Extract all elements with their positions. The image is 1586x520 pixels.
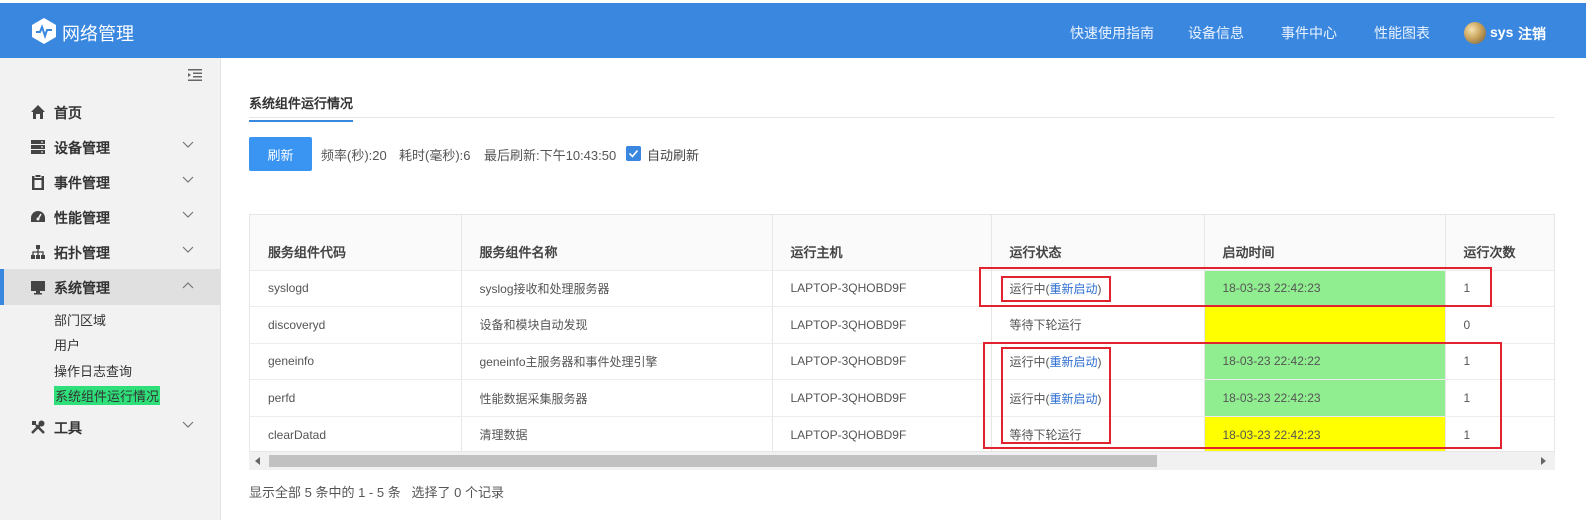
cell-host: LAPTOP-3QHOBD9F bbox=[772, 270, 992, 308]
col-header-run-count[interactable]: 运行次数 bbox=[1445, 215, 1554, 271]
home-icon bbox=[31, 105, 45, 119]
highlight-box-status3-5 bbox=[1001, 347, 1111, 444]
monitor-icon bbox=[31, 281, 45, 295]
chevron-down-icon bbox=[182, 176, 194, 183]
cell-host: LAPTOP-3QHOBD9F bbox=[772, 343, 992, 381]
username[interactable]: sys bbox=[1490, 24, 1513, 40]
sidebar-item-home[interactable]: 首页 bbox=[0, 94, 220, 130]
chevron-down-icon bbox=[182, 246, 194, 253]
sidebar-item-label: 工具 bbox=[54, 420, 82, 436]
chevron-down-icon bbox=[182, 421, 194, 428]
avatar[interactable] bbox=[1464, 22, 1486, 44]
col-header-status[interactable]: 运行状态 bbox=[991, 215, 1205, 271]
app-title: 网络管理 bbox=[62, 24, 134, 44]
sidebar-item-label: 设备管理 bbox=[54, 140, 110, 156]
cell-host: LAPTOP-3QHOBD9F bbox=[772, 416, 992, 451]
highlight-box-status1 bbox=[1001, 276, 1111, 302]
sidebar-item-device-mgmt[interactable]: 设备管理 bbox=[0, 129, 220, 165]
tab-divider bbox=[249, 117, 1555, 118]
record-summary: 显示全部 5 条中的 1 - 5 条 bbox=[249, 485, 401, 500]
cell-code: syslogd bbox=[250, 270, 462, 308]
cell-run-count: 0 bbox=[1445, 306, 1554, 344]
top-bar: 网络管理 快速使用指南 设备信息 事件中心 性能图表 sys 注销 bbox=[0, 3, 1586, 58]
dashboard-icon bbox=[31, 211, 45, 222]
tools-icon bbox=[31, 420, 45, 434]
sidebar-item-perf-mgmt[interactable]: 性能管理 bbox=[0, 199, 220, 235]
nav-device-info[interactable]: 设备信息 bbox=[1188, 23, 1244, 43]
sidebar-item-tools[interactable]: 工具 bbox=[0, 409, 220, 445]
cell-host: LAPTOP-3QHOBD9F bbox=[772, 379, 992, 417]
sidebar-item-label: 拓扑管理 bbox=[54, 245, 110, 261]
frequency-text: 频率(秒):20 bbox=[321, 148, 387, 163]
cell-name: 性能数据采集服务器 bbox=[461, 379, 773, 417]
server-icon bbox=[31, 140, 45, 154]
cell-status: 等待下轮运行 bbox=[991, 306, 1205, 344]
cell-name: 清理数据 bbox=[461, 416, 773, 451]
sidebar-subitem-dept-area[interactable]: 部门区域 bbox=[54, 310, 106, 329]
sidebar-item-label: 系统管理 bbox=[54, 280, 110, 296]
sidebar-item-system-mgmt[interactable]: 系统管理 bbox=[0, 269, 220, 305]
col-header-code[interactable]: 服务组件代码 bbox=[250, 215, 462, 271]
col-header-host[interactable]: 运行主机 bbox=[772, 215, 992, 271]
auto-refresh-checkbox[interactable] bbox=[626, 146, 641, 161]
clipboard-icon bbox=[32, 174, 44, 190]
chevron-down-icon bbox=[182, 141, 194, 148]
scroll-thumb[interactable] bbox=[269, 455, 1157, 467]
cell-code: perfd bbox=[250, 379, 462, 417]
logo-icon bbox=[32, 18, 56, 44]
scroll-left-icon[interactable] bbox=[255, 457, 260, 465]
selected-summary: 选择了 0 个记录 bbox=[411, 485, 505, 500]
collapse-sidebar-icon[interactable] bbox=[188, 69, 202, 81]
sidebar: 首页 设备管理 事件管理 性能管理 拓扑管理 系统管理 部门区域 用户 操作日志… bbox=[0, 58, 221, 520]
chevron-down-icon bbox=[182, 211, 194, 218]
sidebar-item-label: 首页 bbox=[54, 105, 82, 121]
sidebar-item-label: 性能管理 bbox=[54, 210, 110, 226]
table-row[interactable]: discoveryd 设备和模块自动发现 LAPTOP-3QHOBD9F 等待下… bbox=[250, 306, 1554, 344]
horizontal-scrollbar[interactable] bbox=[249, 452, 1555, 470]
cell-name: 设备和模块自动发现 bbox=[461, 306, 773, 344]
refresh-button[interactable]: 刷新 bbox=[249, 137, 312, 171]
cell-code: discoveryd bbox=[250, 306, 462, 344]
sidebar-subitem-users[interactable]: 用户 bbox=[54, 335, 80, 354]
sidebar-subitem-op-log[interactable]: 操作日志查询 bbox=[54, 361, 132, 380]
cell-code: clearDatad bbox=[250, 416, 462, 451]
cell-name: geneinfo主服务器和事件处理引擎 bbox=[461, 343, 773, 381]
sidebar-item-event-mgmt[interactable]: 事件管理 bbox=[0, 164, 220, 200]
sitemap-icon bbox=[31, 245, 45, 259]
sidebar-subitem-component-status[interactable]: 系统组件运行情况 bbox=[54, 386, 161, 405]
nav-quick-guide[interactable]: 快速使用指南 bbox=[1070, 23, 1154, 43]
table-header-row: 服务组件代码 服务组件名称 运行主机 运行状态 启动时间 运行次数 bbox=[250, 215, 1554, 271]
last-refresh-text: 最后刷新:下午10:43:50 bbox=[484, 148, 617, 163]
nav-event-center[interactable]: 事件中心 bbox=[1281, 23, 1337, 43]
elapsed-text: 耗时(毫秒):6 bbox=[399, 148, 471, 163]
auto-refresh-label[interactable]: 自动刷新 bbox=[647, 145, 699, 164]
cell-name: syslog接收和处理服务器 bbox=[461, 270, 773, 308]
sidebar-item-topology-mgmt[interactable]: 拓扑管理 bbox=[0, 234, 220, 270]
chevron-up-icon bbox=[182, 282, 194, 289]
pagination-summary: 显示全部 5 条中的 1 - 5 条 选择了 0 个记录 bbox=[249, 482, 504, 501]
cell-start-time bbox=[1204, 306, 1446, 344]
cell-host: LAPTOP-3QHOBD9F bbox=[772, 306, 992, 344]
nav-perf-charts[interactable]: 性能图表 bbox=[1374, 23, 1430, 43]
col-header-name[interactable]: 服务组件名称 bbox=[461, 215, 773, 271]
sidebar-item-label: 事件管理 bbox=[54, 175, 110, 191]
logout-link[interactable]: 注销 bbox=[1518, 24, 1546, 44]
col-header-start-time[interactable]: 启动时间 bbox=[1204, 215, 1446, 271]
cell-code: geneinfo bbox=[250, 343, 462, 381]
scroll-right-icon[interactable] bbox=[1541, 457, 1546, 465]
